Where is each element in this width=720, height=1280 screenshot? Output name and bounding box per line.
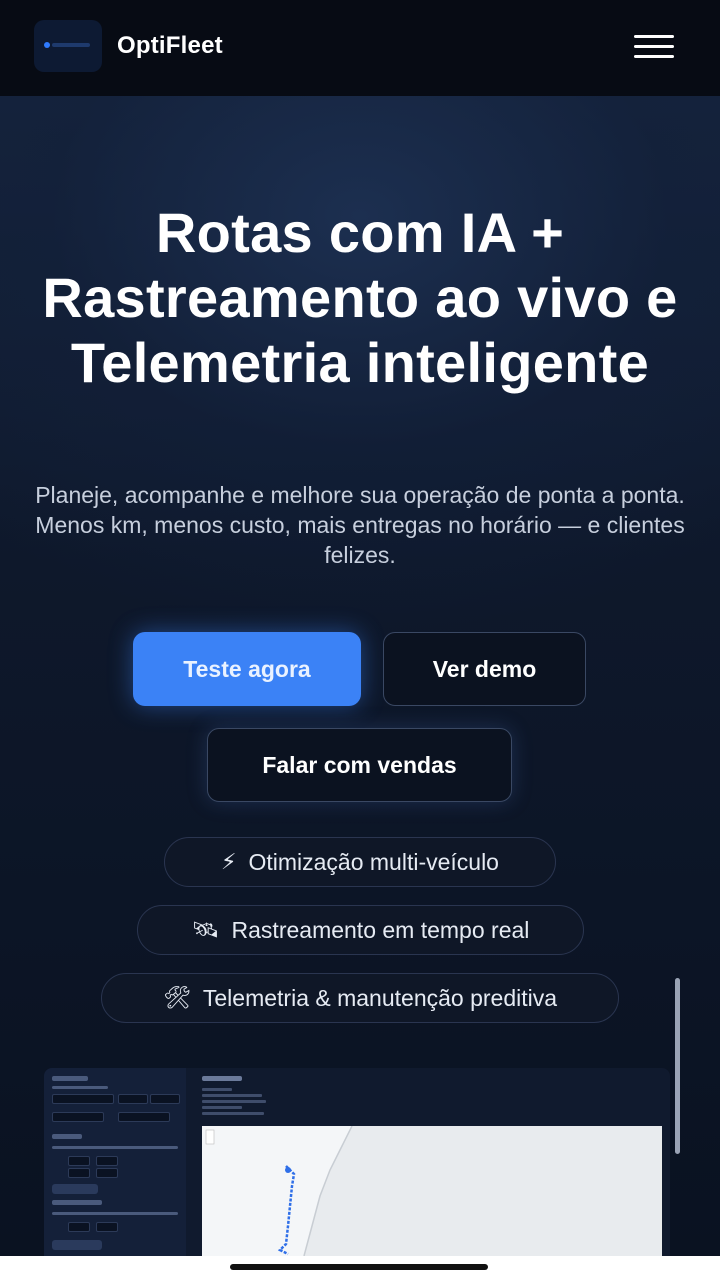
chip-label: Otimização multi-veículo	[248, 848, 499, 875]
hero-title: Rotas com IA + Rastreamento ao vivo e Te…	[42, 201, 678, 394]
preview-scrollbar[interactable]	[675, 978, 680, 1154]
brand-name[interactable]: OptiFleet	[117, 32, 223, 60]
app-preview-screenshot	[44, 1068, 670, 1256]
top-navbar: OptiFleet	[0, 0, 720, 96]
satellite-icon: 🛰	[191, 917, 220, 942]
feature-chip-multi-vehicle: ⚡ Otimização multi-veículo	[164, 837, 556, 887]
logo-icon[interactable]	[34, 20, 102, 72]
home-indicator[interactable]	[230, 1264, 488, 1270]
feature-chip-telemetry: 🛠 Telemetria & manutenção preditiva	[101, 973, 619, 1023]
lightning-icon: ⚡	[221, 849, 237, 874]
feature-chip-realtime-tracking: 🛰 Rastreamento em tempo real	[137, 905, 584, 955]
hero-subtitle: Planeje, acompanhe e melhore sua operaçã…	[20, 480, 700, 570]
chip-label: Rastreamento em tempo real	[231, 916, 530, 943]
try-now-button[interactable]: Teste agora	[133, 632, 361, 706]
talk-to-sales-button[interactable]: Falar com vendas	[207, 728, 512, 802]
logo-dot	[44, 42, 50, 48]
logo-mark	[52, 43, 90, 47]
chip-label: Telemetria & manutenção preditiva	[202, 984, 558, 1011]
preview-sidebar	[44, 1068, 186, 1256]
hero-subtitle-line1: Planeje, acompanhe e melhore sua operaçã…	[35, 482, 685, 508]
hamburger-menu-icon[interactable]	[632, 32, 676, 62]
hero-subtitle-line2: Menos km, menos custo, mais entregas no …	[35, 512, 685, 568]
hero-section: Rotas com IA + Rastreamento ao vivo e Te…	[0, 96, 720, 1256]
tools-icon: 🛠	[162, 985, 191, 1010]
route-map-graphic	[202, 1125, 662, 1256]
see-demo-button[interactable]: Ver demo	[383, 632, 586, 706]
preview-results-title	[202, 1076, 242, 1081]
preview-route-map	[202, 1125, 662, 1256]
